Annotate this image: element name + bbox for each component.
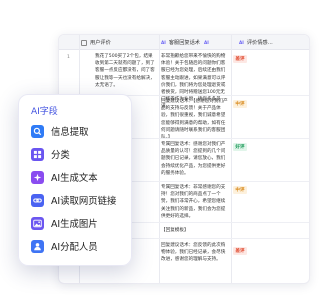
ai-image-icon: [31, 216, 44, 230]
ai-field-badge: AI: [161, 40, 166, 45]
reply-cell[interactable]: 专属回复话术：非常感谢您的支持！您对我们的商品点了一个赞，我们非常开心，希望您继…: [161, 184, 228, 220]
ai-field-option-ai-text[interactable]: AI生成文本: [31, 170, 98, 184]
table-header: 用户评价 AI 客服回复话术 AI AI 评价情感…: [59, 35, 309, 50]
row-number: 1: [67, 55, 70, 60]
ai-field-option-ai-image[interactable]: AI生成图片: [31, 216, 98, 230]
category-grid-icon: [31, 147, 44, 161]
ai-field-option-category[interactable]: 分类: [31, 147, 70, 161]
sentiment-badge: 好评: [233, 143, 247, 151]
reply-cell[interactable]: 回复建议话术：您反馈的此次购物体验，我们已经记录，会尽快改进，感谢您的理解与支持…: [161, 242, 228, 264]
ai-field-panel: AI字段 信息提取 分类 AI生成文本 AI读取网页链接 AI生成图片 AI分配…: [18, 94, 132, 266]
column-divider: [159, 35, 160, 283]
ai-field-option-ai-assign[interactable]: AI分配人员: [31, 239, 98, 253]
ai-field-badge: AI: [203, 40, 209, 45]
reply-cell[interactable]: 【回复模板】: [161, 227, 228, 234]
panel-title: AI字段: [31, 107, 58, 117]
ai-person-icon: [31, 239, 44, 253]
ai-field-option-info-extract[interactable]: 信息提取: [31, 124, 89, 138]
column-divider: [231, 35, 232, 283]
column-header-review[interactable]: 用户评价: [81, 35, 111, 50]
review-cell[interactable]: 我花了500买了2个包，结果收到第二天就有问题了，到了客服一点反应都没有，问了客…: [95, 53, 157, 89]
sentiment-badge: 差评: [233, 55, 247, 63]
sentiment-badge: 中评: [233, 100, 247, 108]
ai-link-icon: [31, 193, 44, 207]
column-header-sentiment[interactable]: AI 评价情感…: [239, 35, 273, 50]
reply-cell[interactable]: 专属回复话术：感谢您对我们产品质量的认可！您提到的几个问题我们已记录，请您放心，…: [161, 141, 228, 177]
ai-text-icon: [31, 170, 44, 184]
ai-field-badge: AI: [239, 40, 244, 45]
column-header-reply[interactable]: AI 客服回复话术 AI: [161, 35, 209, 50]
sentiment-badge: 中评: [233, 186, 247, 194]
text-field-icon: [81, 39, 87, 46]
sentiment-badge: 差评: [233, 247, 247, 255]
reply-cell[interactable]: 回复建议话术：【感谢您对我们产品的支持与反馈！关于产品体验，我们很重视，我们诚意…: [161, 98, 228, 141]
ai-field-option-ai-link[interactable]: AI读取网页链接: [31, 193, 116, 207]
info-extract-icon: [31, 124, 44, 138]
